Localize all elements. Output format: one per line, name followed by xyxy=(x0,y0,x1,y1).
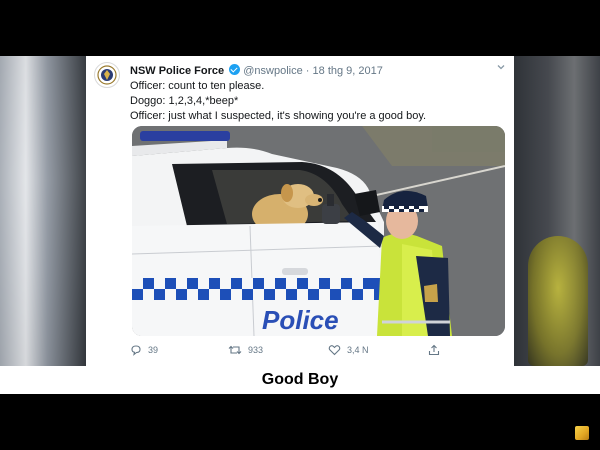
tweet-line-2: Doggo: 1,2,3,4,*beep* xyxy=(130,95,239,107)
like-count: 3,4 N xyxy=(347,345,369,355)
reply-icon xyxy=(131,345,141,356)
letterbox-bottom xyxy=(0,394,600,450)
car-police-text: Police xyxy=(262,305,339,335)
blurred-car-left xyxy=(0,56,86,366)
share-icon xyxy=(428,344,440,356)
video-caption: Good Boy xyxy=(261,371,339,388)
heart-icon xyxy=(328,345,341,356)
letterbox-top xyxy=(0,0,600,56)
tweet-actions: 39 933 3,4 N xyxy=(130,341,500,361)
separator-dot: · xyxy=(305,65,310,77)
nsw-police-badge-icon[interactable] xyxy=(94,62,120,88)
verified-badge-icon xyxy=(229,64,241,75)
reply-count: 39 xyxy=(148,345,159,355)
tweet-date[interactable]: 18 thg 9, 2017 xyxy=(313,65,383,77)
tweet-card[interactable]: NSW Police Force @nswpolice · 18 thg 9, … xyxy=(86,56,514,366)
author-name[interactable]: NSW Police Force xyxy=(130,65,224,77)
retweet-button[interactable]: 933 xyxy=(228,344,263,356)
author-handle[interactable]: @nswpolice xyxy=(243,65,302,77)
retweet-icon xyxy=(228,345,242,355)
tweet-header: NSW Police Force @nswpolice · 18 thg 9, … xyxy=(130,64,383,77)
tweet-line-1: Officer: count to ten please. xyxy=(130,80,265,92)
chevron-down-icon[interactable] xyxy=(496,62,506,72)
tweet-photo[interactable]: Police xyxy=(132,126,505,336)
reply-button[interactable]: 39 xyxy=(130,344,158,356)
retweet-count: 933 xyxy=(248,345,264,355)
channel-logo-icon[interactable] xyxy=(575,426,589,440)
tweet-line-3: Officer: just what I suspected, it's sho… xyxy=(130,110,427,122)
like-button[interactable]: 3,4 N xyxy=(328,344,369,356)
share-button[interactable] xyxy=(428,344,440,356)
blurred-officer-vest xyxy=(528,236,588,366)
tweet-text: Officer: count to ten please. Doggo: 1,2… xyxy=(130,79,426,124)
